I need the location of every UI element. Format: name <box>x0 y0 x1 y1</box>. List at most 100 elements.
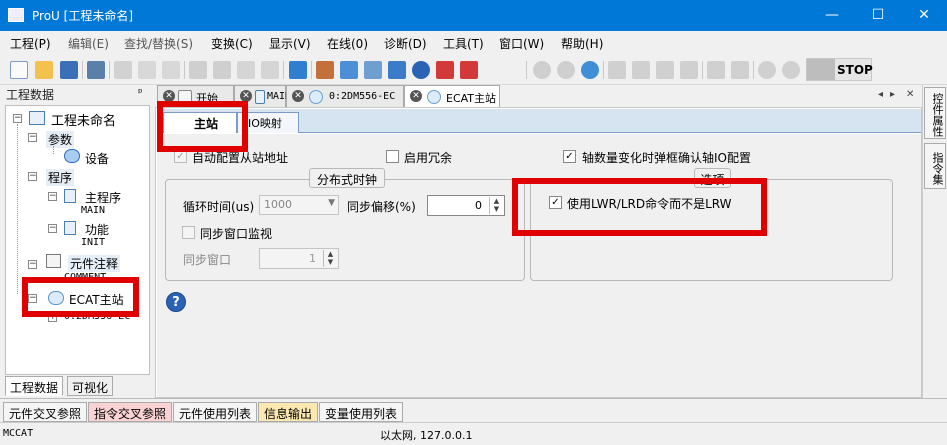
axis-change-confirm-checkbox[interactable]: ✓ <box>563 150 576 163</box>
print-icon[interactable] <box>87 61 105 79</box>
refresh-icon[interactable] <box>581 61 599 79</box>
plc-status-box: STOP <box>806 58 873 81</box>
copy-icon[interactable] <box>138 61 156 79</box>
menu-online[interactable]: 在线(0) <box>327 35 368 52</box>
cycle-time-label: 循环时间(us) <box>183 200 255 214</box>
redo-icon[interactable] <box>213 61 231 79</box>
menu-project[interactable]: 工程(P) <box>10 35 51 52</box>
sync-window-monitor-checkbox[interactable] <box>182 226 195 239</box>
collapse-function-icon[interactable]: − <box>48 224 57 233</box>
menu-diagnose[interactable]: 诊断(D) <box>384 35 427 52</box>
download-icon[interactable] <box>289 61 307 79</box>
close-button[interactable]: ✕ <box>901 0 947 31</box>
tab-visualization[interactable]: 可视化 <box>67 376 114 396</box>
monitor1-icon[interactable] <box>608 61 626 79</box>
transfer-icon[interactable] <box>388 61 406 79</box>
zoom-out-icon[interactable] <box>782 61 800 79</box>
grid-icon[interactable] <box>364 61 382 79</box>
tab-element-usage-list[interactable]: 元件使用列表 <box>173 402 258 422</box>
tree-comment[interactable]: COMMENT <box>64 272 106 283</box>
collapse-main-icon[interactable]: − <box>48 192 57 201</box>
tab-info-output[interactable]: 信息输出 <box>258 402 319 422</box>
doc-tab-slave[interactable]: ✕ 0:2DM556-EC <box>286 85 404 107</box>
tab-scroll-right-icon[interactable]: ▸ <box>890 89 895 100</box>
undo-icon[interactable] <box>189 61 207 79</box>
dev-icon[interactable] <box>237 61 255 79</box>
new-file-icon[interactable] <box>10 61 28 79</box>
tree-root[interactable]: 工程未命名 <box>51 110 116 129</box>
tab-io-mapping[interactable]: IO映射 <box>237 112 299 133</box>
doc-tab-ecat-master[interactable]: ✕ ECAT主站 <box>404 85 500 108</box>
tree-main-program[interactable]: 主程序 <box>85 189 121 206</box>
download-red-icon[interactable] <box>460 61 478 79</box>
cycle-time-select[interactable]: 1000 ▼ <box>259 195 339 215</box>
collapse-program-icon[interactable]: − <box>28 172 37 181</box>
collapse-params-icon[interactable]: − <box>28 133 37 142</box>
doc-tab-start[interactable]: ✕ 开始 <box>157 85 234 107</box>
close-tab-icon[interactable]: ✕ <box>163 90 175 102</box>
tree-function[interactable]: 功能 <box>85 221 109 238</box>
menu-tools[interactable]: 工具(T) <box>443 35 484 52</box>
tree-program[interactable]: 程序 <box>46 169 75 186</box>
cut-icon[interactable] <box>114 61 132 79</box>
monitor4-icon[interactable] <box>680 61 698 79</box>
sync-offset-input[interactable]: 0 ▲ ▼ <box>427 195 505 216</box>
doc-tab-main[interactable]: ✕ MAIN <box>234 85 291 107</box>
tree-ecat-master[interactable]: ECAT主站 <box>69 291 124 308</box>
zoom-in-icon[interactable] <box>758 61 776 79</box>
use-lwr-lrd-checkbox[interactable]: ✓ <box>549 196 562 209</box>
sync-window-input[interactable]: 1 ▲ ▼ <box>259 248 339 269</box>
menu-convert[interactable]: 变换(C) <box>211 35 253 52</box>
pause-icon[interactable] <box>412 61 430 79</box>
tab-instruction-set[interactable]: 指令集 <box>924 143 946 189</box>
close-all-tabs-icon[interactable]: ✕ <box>906 89 914 100</box>
tree-ecat-slave[interactable]: 0:2DM556-EC <box>64 311 130 322</box>
monitor3-icon[interactable] <box>656 61 674 79</box>
paste-icon[interactable] <box>162 61 180 79</box>
menu-view[interactable]: 显示(V) <box>269 35 311 52</box>
auto-config-checkbox[interactable]: ✓ <box>174 150 187 163</box>
menu-help[interactable]: 帮助(H) <box>561 35 603 52</box>
window-icon[interactable] <box>340 61 358 79</box>
tree-params[interactable]: 参数 <box>46 131 75 148</box>
close-tab-icon[interactable]: ✕ <box>410 90 422 102</box>
tree-device[interactable]: 设备 <box>85 150 109 167</box>
force1-icon[interactable] <box>707 61 725 79</box>
tree-init[interactable]: INIT <box>81 237 105 248</box>
menu-edit[interactable]: 编辑(E) <box>68 35 109 52</box>
save-icon[interactable] <box>60 61 78 79</box>
menu-window[interactable]: 窗口(W) <box>499 35 544 52</box>
help-icon[interactable]: ? <box>166 292 186 312</box>
maximize-button[interactable]: ☐ <box>855 0 901 31</box>
spin-buttons[interactable]: ▲ ▼ <box>323 250 337 267</box>
tab-instruction-cross-ref[interactable]: 指令交叉参照 <box>88 402 173 422</box>
collapse-comment-icon[interactable]: − <box>28 260 37 269</box>
tree-comment-group[interactable]: 元件注释 <box>68 255 121 272</box>
tree-main[interactable]: MAIN <box>81 205 105 216</box>
tab-scroll-left-icon[interactable]: ◂ <box>878 89 883 100</box>
tab-variable-usage-list[interactable]: 变量使用列表 <box>319 402 404 422</box>
tab-element-cross-ref[interactable]: 元件交叉参照 <box>3 402 88 422</box>
close-tab-icon[interactable]: ✕ <box>292 90 304 102</box>
open-folder-icon[interactable] <box>35 61 53 79</box>
collapse-ecat-icon[interactable]: − <box>28 294 37 303</box>
spin-buttons[interactable]: ▲ ▼ <box>489 197 503 214</box>
tab-project-data[interactable]: 工程数据 <box>5 376 64 396</box>
status-connection: 以太网, 127.0.0.1 <box>380 429 473 442</box>
tab-control-properties[interactable]: 控件属性 <box>924 87 946 139</box>
upload-red-icon[interactable] <box>436 61 454 79</box>
enable-redundancy-checkbox[interactable] <box>386 150 399 163</box>
collapse-root-icon[interactable]: − <box>13 114 22 123</box>
menu-find-replace[interactable]: 查找/替换(S) <box>124 35 193 52</box>
compile-icon[interactable] <box>261 61 279 79</box>
tools-icon[interactable] <box>316 61 334 79</box>
force2-icon[interactable] <box>731 61 749 79</box>
run-icon[interactable] <box>533 61 551 79</box>
close-tab-icon[interactable]: ✕ <box>240 90 252 102</box>
monitor2-icon[interactable] <box>632 61 650 79</box>
expand-slave-icon[interactable]: + <box>48 313 57 322</box>
minimize-button[interactable]: — <box>809 0 855 31</box>
stop-circle-icon[interactable] <box>557 61 575 79</box>
pin-icon[interactable]: ᵖ <box>138 86 143 99</box>
tab-master[interactable]: 主站 <box>163 112 237 133</box>
